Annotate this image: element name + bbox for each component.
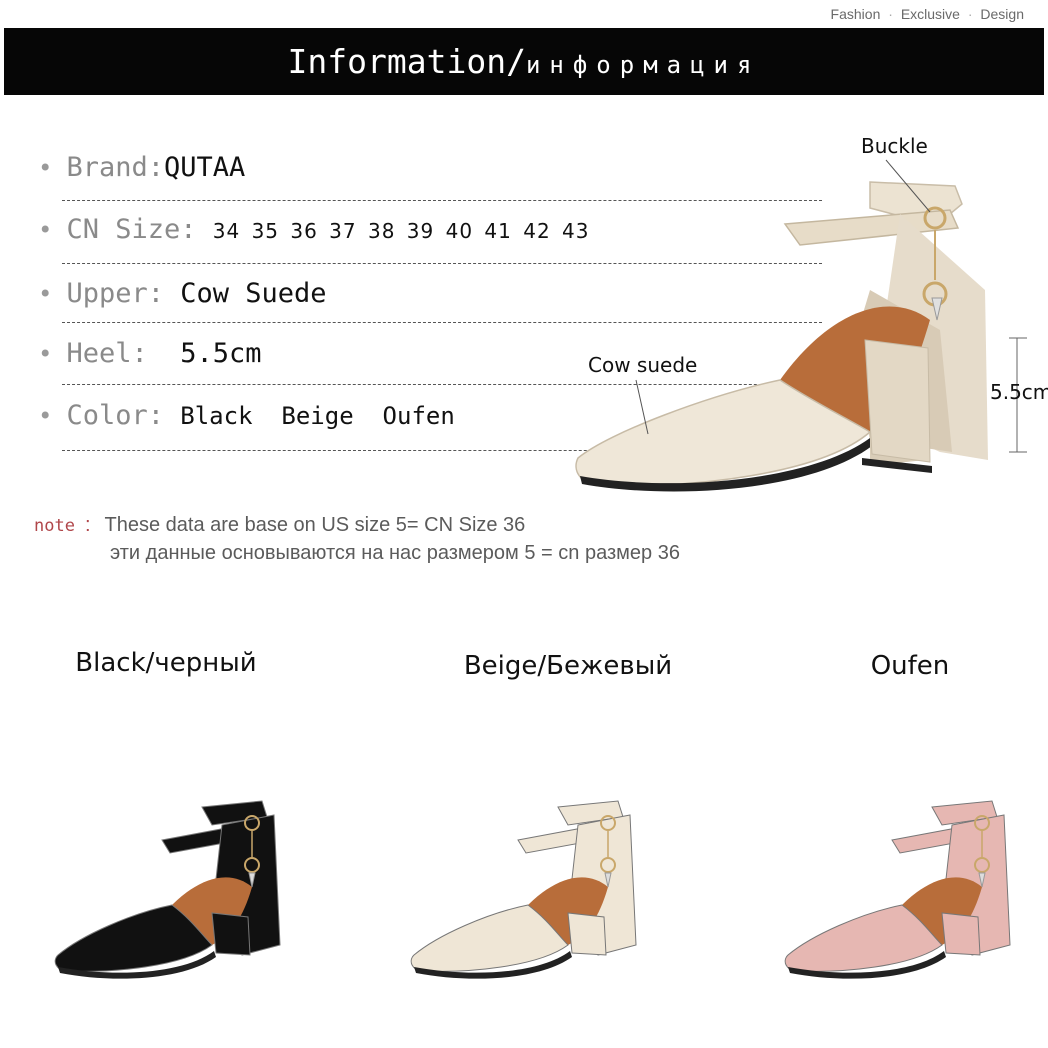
bullet-icon: • [38, 402, 53, 430]
variant-label-oufen: Oufen [870, 651, 950, 681]
spec-label: Color: [66, 400, 164, 431]
tagline-word-exclusive: Exclusive [900, 6, 960, 22]
spec-row-upper: • Upper: Cow Suede [38, 278, 327, 309]
bullet-icon: • [38, 216, 53, 244]
title-english: Information/ [287, 42, 526, 81]
page-title: Information/информация [4, 42, 1044, 81]
note-line-english: These data are base on US size 5= CN Siz… [104, 514, 526, 536]
spec-value: Cow Suede [180, 278, 327, 309]
variant-shoe-black[interactable] [52, 795, 302, 995]
spec-label: Heel: [66, 338, 148, 369]
spec-value: Black Beige Oufen [180, 402, 455, 430]
bullet-icon: • [38, 340, 53, 368]
spec-row-size: • CN Size: 34 35 36 37 38 39 40 41 42 43 [38, 214, 589, 245]
variant-label-black: Black/черный [75, 648, 257, 678]
note-line-russian: эти данные основываются на нас размером … [110, 542, 680, 564]
spec-row-brand: • Brand:QUTAA [38, 152, 245, 183]
callout-buckle: Buckle [861, 134, 928, 158]
material-pointer-line [635, 379, 649, 435]
spec-value: 34 35 36 37 38 39 40 41 42 43 [212, 219, 590, 243]
header-bar: Information/информация [4, 28, 1044, 95]
tagline-word-fashion: Fashion [830, 6, 881, 22]
spec-value: QUTAA [164, 152, 246, 183]
bullet-icon: • [38, 154, 53, 182]
bullet-icon: • [38, 280, 53, 308]
note-label: note [34, 516, 75, 536]
size-note: note: These data are base on US size 5= C… [34, 514, 680, 564]
spec-row-heel: • Heel: 5.5cm [38, 338, 262, 369]
variant-label-beige: Beige/Бежевый [463, 651, 673, 681]
callout-heel-height: 5.5cm [990, 380, 1048, 404]
spec-label: CN Size: [66, 214, 197, 245]
tagline-word-design: Design [980, 6, 1024, 22]
title-russian: информация [525, 51, 761, 79]
spec-value: 5.5cm [180, 338, 262, 369]
buckle-pointer-line [885, 159, 931, 213]
callout-material: Cow suede [588, 353, 698, 377]
spec-label: Brand: [66, 152, 164, 183]
spec-row-color: • Color: Black Beige Oufen [38, 400, 455, 431]
brand-tagline: Fashion · Exclusive · Design [830, 6, 1024, 22]
variant-shoe-oufen[interactable] [782, 795, 1032, 995]
hero-shoe-image [575, 181, 988, 492]
variant-shoe-beige[interactable] [408, 795, 658, 995]
spec-label: Upper: [66, 278, 164, 309]
